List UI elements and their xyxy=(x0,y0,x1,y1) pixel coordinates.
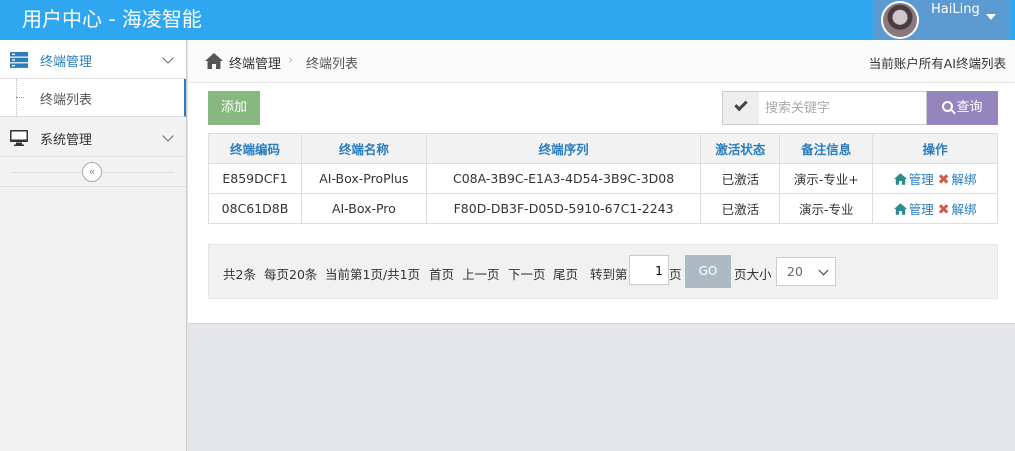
total-count: 共2条 xyxy=(223,267,256,282)
chevron-down-icon xyxy=(162,52,174,64)
manage-link[interactable]: 管理 xyxy=(909,172,934,187)
server-icon xyxy=(10,52,28,68)
note: 演示-专业+ xyxy=(779,163,874,194)
page-description: 当前账户所有AI终端列表 xyxy=(868,56,1006,71)
home-icon[interactable] xyxy=(893,203,907,215)
breadcrumb: 终端管理 › 终端列表 当前账户所有AI终端列表 xyxy=(188,40,1015,83)
sidebar-subitem-terminal-list[interactable]: 终端列表 xyxy=(0,79,186,117)
sidebar: 终端管理 终端列表 系统管理 « xyxy=(0,40,187,451)
column-header[interactable]: 终端编码 xyxy=(208,133,302,164)
next-page-link[interactable]: 下一页 xyxy=(508,264,546,283)
table-row: 08C61D8B AI-Box-Pro F80D-DB3F-D05D-5910-… xyxy=(208,193,998,224)
activation-status: 已激活 xyxy=(700,163,781,194)
last-page-link[interactable]: 尾页 xyxy=(553,264,578,283)
column-header[interactable]: 终端名称 xyxy=(300,133,427,164)
sidebar-item-label: 系统管理 xyxy=(40,133,93,148)
page-size-value: 20 xyxy=(787,264,803,279)
avatar[interactable] xyxy=(881,1,919,39)
terminal-serial: C08A-3B9C-E1A3-4D54-3B9C-3D08 xyxy=(425,163,702,194)
home-icon xyxy=(205,53,223,69)
row-actions: 管理 ✖ 解绑 xyxy=(872,163,998,194)
top-bar: 用户中心 - 海凌智能 HaiLing xyxy=(0,0,1015,40)
sidebar-item-system-management[interactable]: 系统管理 xyxy=(0,118,186,157)
search-icon xyxy=(942,101,954,112)
breadcrumb-home[interactable]: 终端管理 xyxy=(229,53,281,72)
page-size-label: 页大小 xyxy=(734,267,772,282)
per-page-info: 每页20条 xyxy=(264,267,318,282)
page-size-select[interactable]: 20 xyxy=(776,257,836,286)
manage-link[interactable]: 管理 xyxy=(909,202,934,217)
close-icon[interactable]: ✖ xyxy=(938,202,950,218)
search-input[interactable] xyxy=(759,91,927,125)
monitor-icon xyxy=(10,130,28,146)
sidebar-item-label: 终端管理 xyxy=(40,55,93,70)
pagination: 共2条 每页20条 当前第1页/共1页 首页 上一页 下一页 尾页 转到第 页 … xyxy=(208,244,998,299)
username[interactable]: HaiLing xyxy=(931,2,980,17)
goto-prefix: 转到第 xyxy=(590,267,628,282)
goto-suffix: 页 xyxy=(669,267,682,282)
terminal-code: 08C61D8B xyxy=(208,193,302,224)
search-button[interactable]: 查询 xyxy=(927,91,998,125)
row-actions: 管理 ✖ 解绑 xyxy=(872,193,998,224)
chevron-down-icon xyxy=(162,130,174,142)
column-header[interactable]: 终端序列 xyxy=(425,133,702,164)
user-menu[interactable]: HaiLing xyxy=(873,0,1010,40)
table-row: E859DCF1 AI-Box-ProPlus C08A-3B9C-E1A3-4… xyxy=(208,163,998,194)
breadcrumb-separator: › xyxy=(288,53,294,68)
goto-page-input[interactable] xyxy=(629,255,669,285)
terminal-table: 终端编码 终端名称 终端序列 激活状态 备注信息 操作 E859DCF1 AI-… xyxy=(208,133,998,224)
terminal-code: E859DCF1 xyxy=(208,163,302,194)
add-button[interactable]: 添加 xyxy=(208,91,260,125)
sidebar-subitem-label: 终端列表 xyxy=(40,93,93,108)
current-page-info: 当前第1页/共1页 xyxy=(325,267,421,282)
chevron-down-icon xyxy=(818,265,829,276)
check-icon[interactable] xyxy=(722,91,760,125)
column-header[interactable]: 备注信息 xyxy=(779,133,874,164)
first-page-link[interactable]: 首页 xyxy=(429,264,454,283)
terminal-serial: F80D-DB3F-D05D-5910-67C1-2243 xyxy=(425,193,702,224)
terminal-name: AI-Box-Pro xyxy=(300,193,427,224)
unbind-link[interactable]: 解绑 xyxy=(951,202,976,217)
double-chevron-left-icon[interactable]: « xyxy=(82,162,102,182)
sidebar-collapse-row: « xyxy=(0,159,186,187)
note: 演示-专业 xyxy=(779,193,874,224)
close-icon[interactable]: ✖ xyxy=(938,172,950,188)
column-header[interactable]: 激活状态 xyxy=(700,133,781,164)
table-header-row: 终端编码 终端名称 终端序列 激活状态 备注信息 操作 xyxy=(208,133,998,164)
search-group: 查询 xyxy=(722,91,998,125)
terminal-name: AI-Box-ProPlus xyxy=(300,163,427,194)
column-header: 操作 xyxy=(872,133,998,164)
home-icon[interactable] xyxy=(893,173,907,185)
caret-down-icon[interactable] xyxy=(986,14,996,20)
breadcrumb-current: 终端列表 xyxy=(306,57,359,72)
unbind-link[interactable]: 解绑 xyxy=(951,172,976,187)
go-button[interactable]: GO xyxy=(685,255,731,288)
app-title: 用户中心 - 海凌智能 xyxy=(22,7,202,31)
main-panel: 终端管理 › 终端列表 当前账户所有AI终端列表 添加 查询 终端编码 终端名称… xyxy=(188,40,1015,324)
sidebar-item-terminal-management[interactable]: 终端管理 xyxy=(0,40,186,79)
activation-status: 已激活 xyxy=(700,193,781,224)
search-button-label: 查询 xyxy=(956,100,983,115)
prev-page-link[interactable]: 上一页 xyxy=(462,264,500,283)
